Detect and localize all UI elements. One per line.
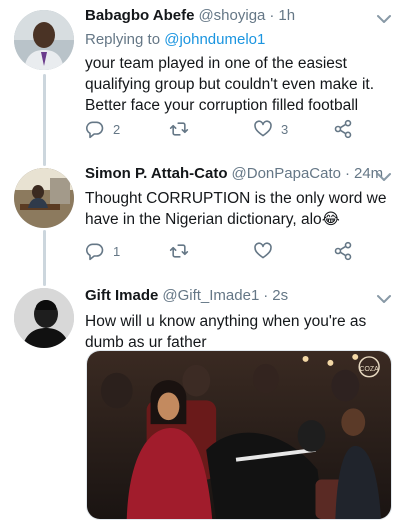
avatar[interactable]: [14, 168, 74, 228]
tweet-media-photo[interactable]: COZA: [86, 350, 392, 520]
display-name[interactable]: Babagbo Abefe: [85, 6, 194, 26]
retweet-button[interactable]: [169, 240, 197, 262]
tweet-content: Gift Imade @Gift_Imade1 · 2s How will u …: [85, 286, 395, 353]
reply-button[interactable]: 2: [85, 118, 120, 140]
like-button[interactable]: [253, 240, 281, 262]
tweet[interactable]: Babagbo Abefe @shoyiga · 1h Replying to …: [0, 0, 405, 160]
timestamp[interactable]: 1h: [278, 6, 295, 26]
mention-link[interactable]: @johndumelo1: [164, 31, 265, 48]
retweet-button[interactable]: [169, 118, 197, 140]
avatar[interactable]: [14, 288, 74, 348]
chevron-down-icon[interactable]: [375, 10, 393, 28]
reply-icon: [85, 241, 105, 261]
separator-dot: ·: [269, 7, 275, 24]
retweet-icon: [169, 119, 189, 139]
reply-button[interactable]: 1: [85, 240, 120, 262]
tweet-text: How will u know anything when you're as …: [85, 313, 367, 351]
separator-dot: ·: [263, 287, 269, 304]
tweet-header: Babagbo Abefe @shoyiga · 1h: [85, 6, 395, 26]
tweet-content: Simon P. Attah-Cato @DonPapaCato · 24m T…: [85, 164, 395, 230]
tweet-text: Thought CORRUPTION is the only word we h…: [85, 190, 387, 228]
tweet[interactable]: Gift Imade @Gift_Imade1 · 2s How will u …: [0, 284, 405, 529]
share-button[interactable]: [333, 118, 353, 140]
share-icon: [333, 119, 353, 139]
user-handle[interactable]: @shoyiga: [198, 6, 265, 26]
coza-watermark: COZA: [360, 366, 380, 373]
chevron-down-icon[interactable]: [375, 290, 393, 308]
replying-to: Replying to @johndumelo1: [85, 30, 395, 50]
reply-icon: [85, 119, 105, 139]
like-icon: [253, 119, 273, 139]
tweet-header: Gift Imade @Gift_Imade1 · 2s: [85, 286, 395, 306]
chevron-down-icon[interactable]: [375, 168, 393, 186]
tweet-content: Babagbo Abefe @shoyiga · 1h Replying to …: [85, 6, 395, 116]
tweet-actions: 2 3: [85, 118, 375, 140]
like-icon: [253, 241, 273, 261]
avatar[interactable]: [14, 10, 74, 70]
user-handle[interactable]: @Gift_Imade1: [162, 286, 259, 306]
like-count: 3: [281, 121, 289, 137]
reply-count: 2: [113, 121, 121, 137]
user-handle[interactable]: @DonPapaCato: [232, 164, 341, 184]
share-icon: [333, 241, 353, 261]
separator-dot: ·: [344, 165, 350, 182]
reply-count: 1: [113, 243, 121, 259]
like-button[interactable]: 3: [253, 118, 288, 140]
display-name[interactable]: Simon P. Attah-Cato: [85, 164, 228, 184]
tweet[interactable]: Simon P. Attah-Cato @DonPapaCato · 24m T…: [0, 160, 405, 284]
replying-to-label: Replying to: [85, 31, 161, 48]
tweet-header: Simon P. Attah-Cato @DonPapaCato · 24m: [85, 164, 395, 184]
retweet-icon: [169, 241, 189, 261]
display-name[interactable]: Gift Imade: [85, 286, 158, 306]
share-button[interactable]: [333, 240, 353, 262]
tweet-text: your team played in one of the easiest q…: [85, 55, 375, 114]
timestamp[interactable]: 2s: [272, 286, 288, 306]
tweet-actions: 1: [85, 240, 375, 262]
